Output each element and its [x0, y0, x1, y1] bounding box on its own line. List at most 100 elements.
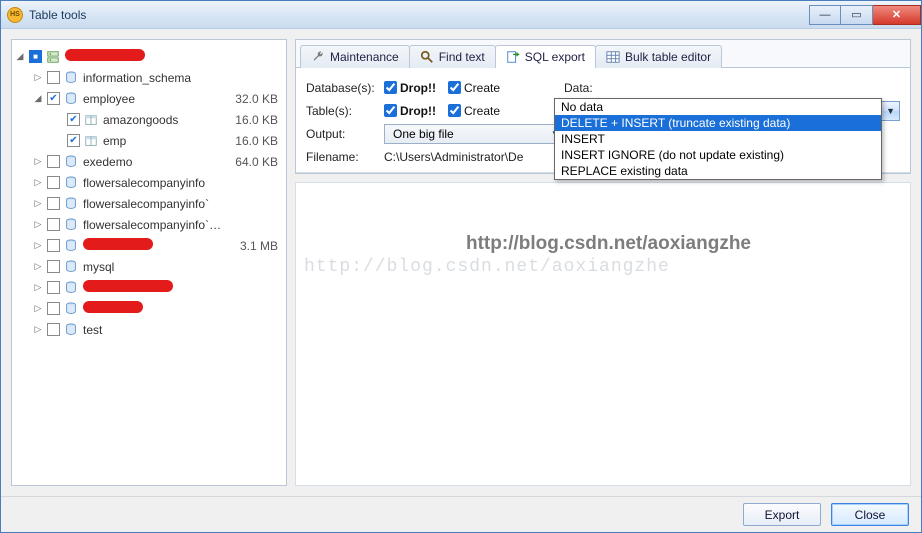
tree-database-item[interactable]: ▷flowersalecompanyinfo`	[12, 193, 286, 214]
tree-database-item[interactable]: ▷ information_schema	[12, 67, 286, 88]
expander-icon[interactable]: ▷	[32, 177, 44, 188]
expander-icon[interactable]: ▷	[32, 240, 44, 251]
expander-icon[interactable]: ◢	[32, 93, 44, 104]
tree-item-label: mysql	[83, 260, 222, 274]
app-icon: HS	[7, 7, 23, 23]
checkbox[interactable]	[47, 176, 60, 189]
tree-database-item[interactable]: ◢ employee32.0 KB	[12, 88, 286, 109]
right-panel: MaintenanceFind textSQL exportBulk table…	[295, 39, 911, 486]
table-icon	[83, 134, 99, 148]
data-mode-dropdown[interactable]: No dataDELETE + INSERT (truncate existin…	[554, 98, 882, 180]
checkbox[interactable]	[67, 134, 80, 147]
tab-maintenance[interactable]: Maintenance	[300, 45, 410, 68]
db-create-checkbox[interactable]: Create	[448, 81, 500, 95]
data-mode-option[interactable]: INSERT	[555, 131, 881, 147]
data-mode-option[interactable]: No data	[555, 99, 881, 115]
tree-database-item[interactable]: ▷ mysql	[12, 256, 286, 277]
tree-database-item[interactable]: ▷	[12, 298, 286, 319]
database-icon	[63, 176, 79, 190]
tab-sqlexport[interactable]: SQL export	[495, 45, 596, 68]
database-icon	[63, 260, 79, 274]
export-icon	[506, 50, 520, 64]
expander-icon[interactable]: ▷	[32, 303, 44, 314]
close-button[interactable]: Close	[831, 503, 909, 526]
window-root: HS Table tools — ▭ ✕ ◢ ▷ information_schem…	[0, 0, 922, 533]
data-mode-option[interactable]: REPLACE existing data	[555, 163, 881, 179]
tree-database-item[interactable]: ▷	[12, 277, 286, 298]
output-value: One big file	[393, 127, 454, 141]
tree-item-size: 32.0 KB	[222, 92, 278, 106]
search-icon	[420, 50, 434, 64]
data-label: Data:	[564, 81, 644, 95]
checkbox[interactable]	[47, 71, 60, 84]
watermark-text-light: http://blog.csdn.net/aoxiangzhe	[304, 257, 670, 277]
output-select[interactable]: One big file ▾	[384, 124, 564, 144]
database-icon	[63, 302, 79, 316]
checkbox[interactable]	[47, 218, 60, 231]
tables-label: Table(s):	[306, 104, 384, 118]
maximize-button[interactable]: ▭	[841, 5, 873, 25]
checkbox[interactable]	[67, 113, 80, 126]
export-options-form: Database(s): Drop!! Create Data: Ta	[296, 68, 910, 173]
tree-item-label: flowersalecompanyinfo`fl...	[83, 218, 222, 232]
tree-item-label: exedemo	[83, 155, 222, 169]
wrench-icon	[311, 50, 325, 64]
tab-bulkeditor[interactable]: Bulk table editor	[595, 45, 722, 68]
expander-icon[interactable]: ▷	[32, 219, 44, 230]
tree-table-item[interactable]: amazongoods16.0 KB	[12, 109, 286, 130]
checkbox[interactable]	[47, 323, 60, 336]
checkbox[interactable]	[47, 197, 60, 210]
database-icon	[63, 281, 79, 295]
tab-findtext[interactable]: Find text	[409, 45, 496, 68]
tree-database-item[interactable]: ▷test	[12, 319, 286, 340]
window-title: Table tools	[29, 8, 86, 22]
table-icon	[83, 113, 99, 127]
close-window-button[interactable]: ✕	[873, 5, 921, 25]
tb-create-checkbox[interactable]: Create	[448, 104, 500, 118]
checkbox[interactable]	[47, 302, 60, 315]
tree-item-label: amazongoods	[103, 113, 222, 127]
minimize-button[interactable]: —	[809, 5, 841, 25]
database-icon	[63, 71, 79, 85]
checkbox[interactable]	[47, 260, 60, 273]
expander-icon[interactable]: ▷	[32, 261, 44, 272]
checkbox[interactable]	[47, 239, 60, 252]
checkbox[interactable]	[47, 155, 60, 168]
expander-icon[interactable]: ▷	[32, 282, 44, 293]
tree-database-item[interactable]: ▷ exedemo64.0 KB	[12, 151, 286, 172]
data-mode-option[interactable]: INSERT IGNORE (do not update existing)	[555, 147, 881, 163]
tree-database-item[interactable]: ▷ flowersalecompanyinfo`fl...	[12, 214, 286, 235]
db-drop-checkbox[interactable]: Drop!!	[384, 81, 436, 95]
filename-value: C:\Users\Administrator\De	[384, 150, 523, 164]
tree-database-item[interactable]: ▷ 3.1 MB	[12, 235, 286, 256]
tree-item-label: employee	[83, 92, 222, 106]
tree-item-size: 64.0 KB	[222, 155, 278, 169]
tree-item-label: information_schema	[83, 71, 222, 85]
tree-item-label	[83, 280, 222, 295]
expander-icon[interactable]: ▷	[32, 198, 44, 209]
watermark-text: http://blog.csdn.net/aoxiangzhe	[466, 233, 751, 255]
checkbox[interactable]	[29, 50, 42, 63]
tree-database-item[interactable]: ▷ flowersalecompanyinfo	[12, 172, 286, 193]
database-tree[interactable]: ◢▷information_schema◢employee32.0 KBamaz…	[12, 40, 286, 485]
table-icon	[606, 50, 620, 64]
tree-item-size: 3.1 MB	[222, 239, 278, 253]
window-buttons: — ▭ ✕	[809, 5, 921, 25]
checkbox[interactable]	[47, 92, 60, 105]
expander-icon[interactable]: ▷	[32, 156, 44, 167]
export-button[interactable]: Export	[743, 503, 821, 526]
expander-icon[interactable]: ▷	[32, 72, 44, 83]
export-preview-area: http://blog.csdn.net/aoxiangzhe http://b…	[295, 182, 911, 486]
tree-table-item[interactable]: emp16.0 KB	[12, 130, 286, 151]
expander-icon[interactable]: ▷	[32, 324, 44, 335]
database-icon	[63, 218, 79, 232]
tab-bar: MaintenanceFind textSQL exportBulk table…	[296, 40, 910, 68]
tb-drop-checkbox[interactable]: Drop!!	[384, 104, 436, 118]
output-label: Output:	[306, 127, 384, 141]
tree-item-label: flowersalecompanyinfo	[83, 176, 222, 190]
tree-item-size: 16.0 KB	[222, 134, 278, 148]
data-mode-option[interactable]: DELETE + INSERT (truncate existing data)	[555, 115, 881, 131]
checkbox[interactable]	[47, 281, 60, 294]
database-icon	[63, 239, 79, 253]
tree-root[interactable]: ◢	[12, 46, 286, 67]
